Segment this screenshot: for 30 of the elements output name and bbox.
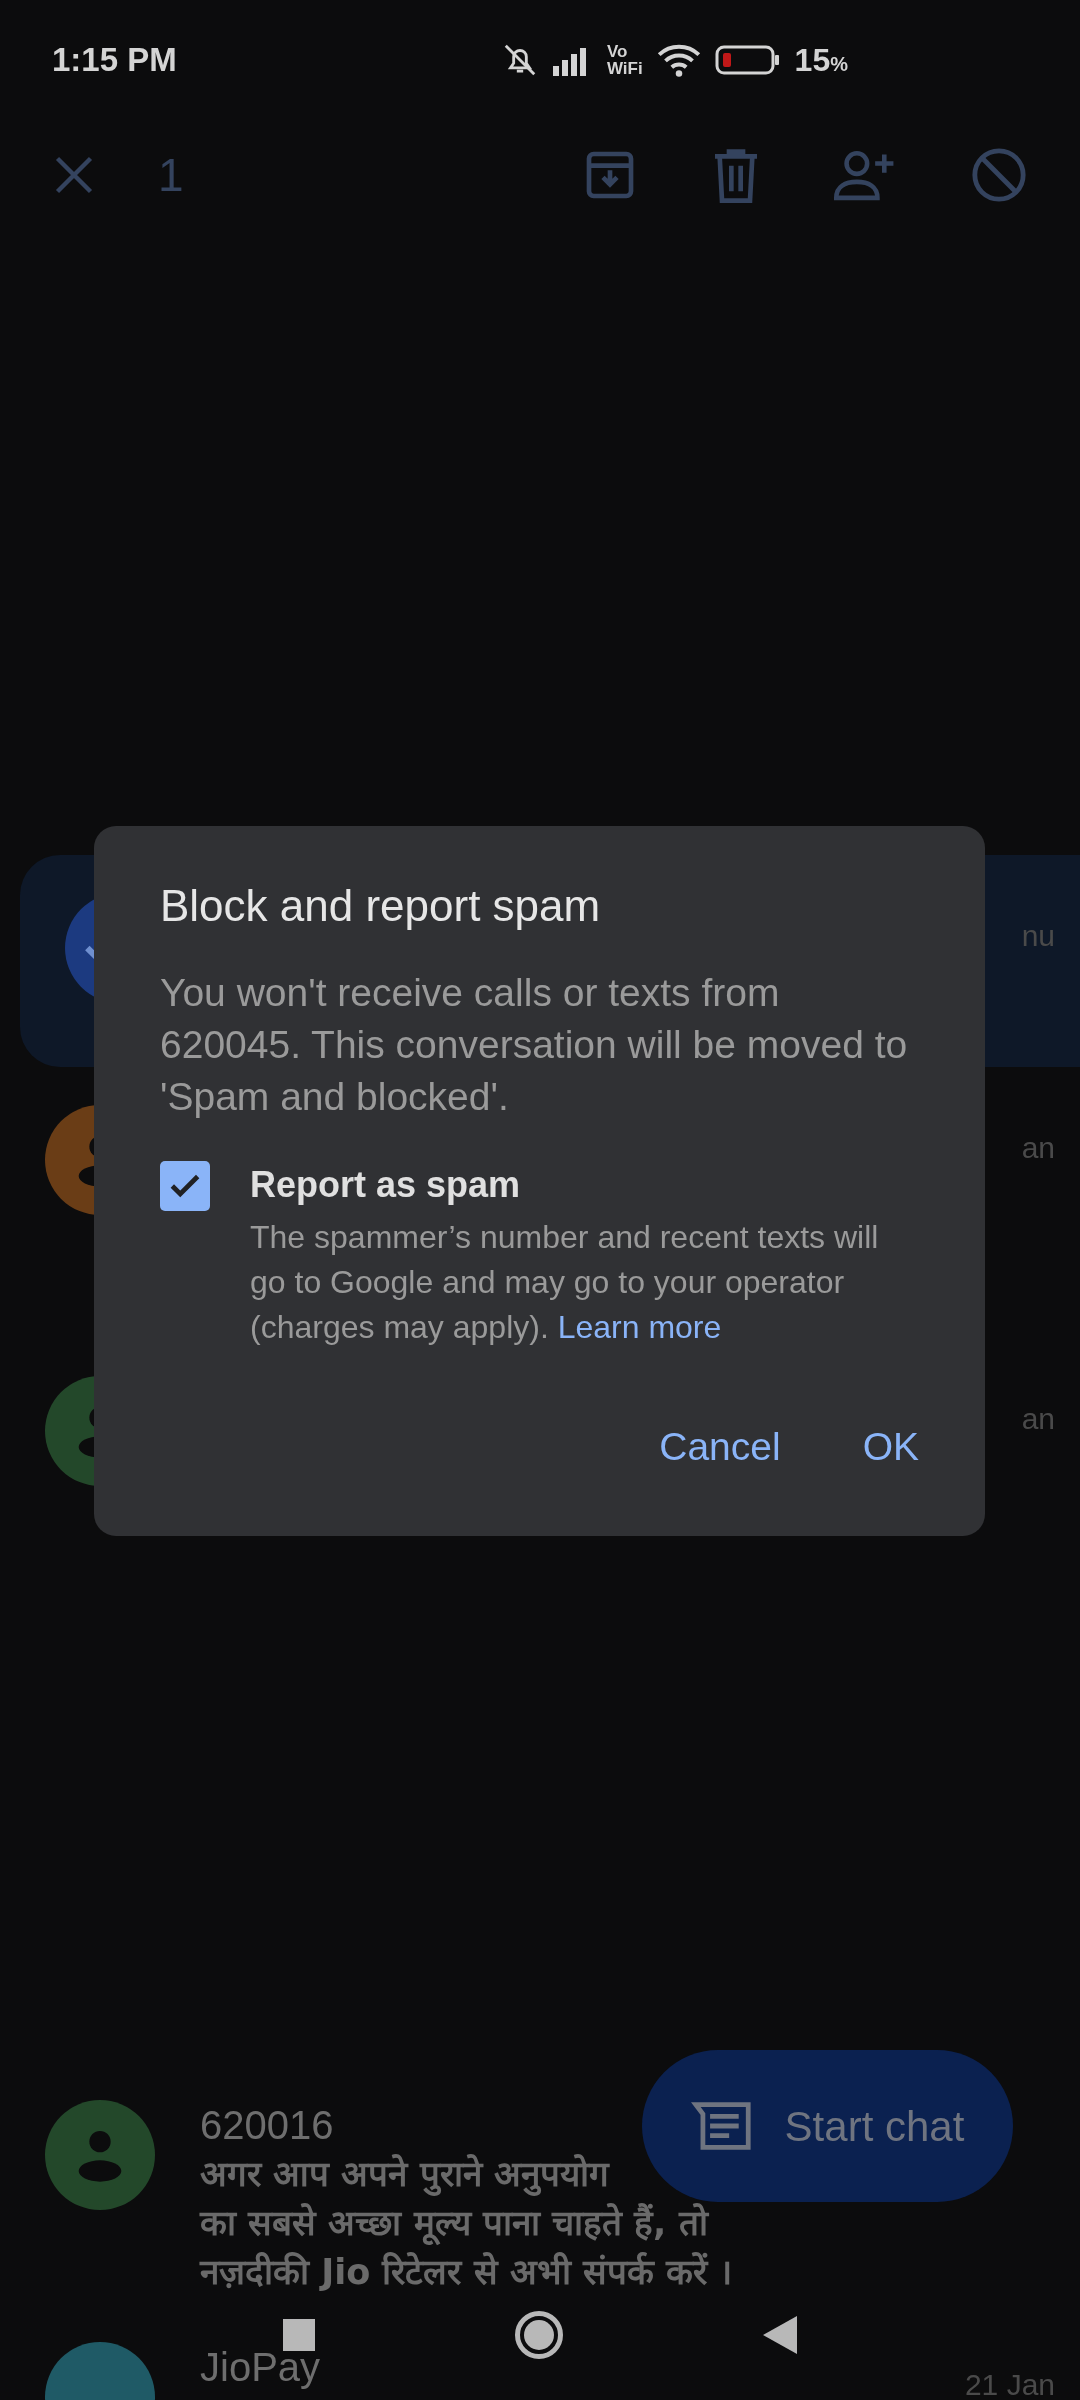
status-time: 1:15 PM	[52, 40, 177, 81]
conversation-date: 21 Jan	[964, 2367, 1055, 2400]
battery-percent: 15%	[794, 41, 848, 80]
checkbox-description: The spammer’s number and recent texts will go to Google and may go to your operator (charges may apply). Learn more	[250, 1218, 880, 1347]
conversation-date: an	[1021, 1401, 1055, 1437]
dialog-title: Block and report spam	[160, 880, 602, 932]
home-button[interactable]	[515, 2311, 563, 2359]
battery-icon	[714, 44, 781, 76]
learn-more-link[interactable]: Learn more	[557, 1309, 722, 1345]
contact-name: JioPay	[200, 2344, 321, 2391]
start-chat-button[interactable]: Start chat	[642, 2050, 1013, 2202]
back-icon[interactable]	[763, 2316, 797, 2354]
conversation-date: an	[1021, 1130, 1055, 1166]
message-snippet: अगर आप अपने पुराने अनुपयोग	[200, 2153, 609, 2198]
message-icon	[690, 2101, 753, 2151]
report-checkbox[interactable]	[160, 1161, 210, 1211]
vowifi-label: WiFi	[606, 60, 643, 77]
dialog-message: You won't receive calls or texts from 620045. This conversation will be moved to 'Spam and blocked'.	[160, 970, 909, 1120]
dialog-button[interactable]: OK	[856, 1412, 925, 1483]
wifi-icon	[656, 42, 701, 78]
block-icon[interactable]	[970, 146, 1028, 204]
conversation-date: nu	[1021, 918, 1055, 954]
recents-button[interactable]	[283, 2319, 315, 2351]
vowifi-label: Vo	[606, 43, 629, 60]
contact-name: 620016	[200, 2102, 334, 2149]
message-snippet: का सबसे अच्छा मूल्य पाना चाहते हैं, तो	[200, 2202, 708, 2247]
message-snippet: नज़दीकी Jio रिटेलर से अभी संपर्क करें ।	[200, 2251, 733, 2294]
dialog-button[interactable]: Cancel	[653, 1412, 787, 1483]
checkbox-label: Report as spam	[250, 1163, 522, 1207]
selected-count: 1	[158, 147, 184, 203]
